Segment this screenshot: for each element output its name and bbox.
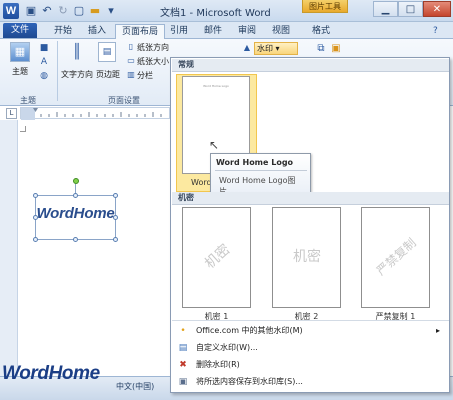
title-bar: W ▣ ↶ ↻ ▢ ▬ ▾ 文档1 - Microsoft Word 图片工具 … (0, 0, 453, 22)
watermark-thumb-confidential-1[interactable]: 机密 (182, 207, 251, 308)
columns-button[interactable]: 分栏 (137, 70, 153, 81)
menu-item-label: Office.com 中的其他水印(M) (196, 326, 303, 335)
menu-item-label: 将所选内容保存到水印库(S)... (196, 377, 303, 386)
chevron-right-icon: ▸ (436, 326, 441, 335)
margins-button[interactable]: 页边距 (96, 69, 120, 80)
watermark-icon[interactable]: ▲ (242, 43, 252, 53)
status-language[interactable]: 中文(中国) (116, 381, 154, 392)
section-general-header: 常规 (172, 59, 449, 72)
group-divider (57, 41, 58, 101)
resize-handle[interactable] (113, 215, 118, 220)
resize-handle[interactable] (33, 193, 38, 198)
bring-forward-icon[interactable]: ⧉ (315, 43, 327, 57)
menu-item-label: 删除水印(R) (196, 360, 240, 369)
tooltip-divider (215, 170, 307, 171)
tab-view[interactable]: 视图 (266, 24, 296, 39)
watermark-gallery: 常规 Word Home Logo ↖ Word H Word Home Log… (170, 57, 450, 393)
thumb-watermark-text: 严禁复制 (373, 235, 419, 279)
tab-insert[interactable]: 插入 (82, 24, 112, 39)
tab-references[interactable]: 引用 (164, 24, 194, 39)
bullet-icon: • (180, 326, 186, 336)
menu-separator (172, 320, 449, 321)
tab-home[interactable]: 开始 (48, 24, 78, 39)
word-app-icon[interactable]: W (3, 3, 19, 19)
page-corner-mark (20, 126, 26, 132)
wordhome-brand-overlay: WordHome (2, 363, 100, 384)
horizontal-ruler[interactable] (20, 107, 170, 120)
thumb-title-text: Word Home Logo (203, 84, 229, 88)
theme-colors-icon[interactable]: ■ (38, 43, 50, 53)
thumb-watermark-text: 机密 (293, 249, 321, 265)
themes-icon[interactable]: ▦ (10, 42, 30, 62)
section-confidential-header: 机密 (172, 192, 449, 205)
chevron-down-icon: ▾ (275, 44, 280, 53)
tab-file[interactable]: 文件 (3, 23, 37, 38)
page-setup-group-label: 页面设置 (108, 96, 140, 105)
paper-size-icon[interactable]: ▭ (126, 56, 136, 66)
watermark-button[interactable]: 水印 ▾ (254, 42, 298, 55)
theme-fonts-icon[interactable]: A (38, 57, 50, 67)
customize-quick-access-icon[interactable]: ▾ (104, 4, 118, 18)
document-page[interactable] (0, 120, 170, 376)
menu-item-label: 自定义水印(W)... (196, 343, 258, 352)
watermark-thumb-confidential-2[interactable]: 机密 (272, 207, 341, 308)
undo-icon[interactable]: ↶ (40, 4, 54, 18)
new-document-icon[interactable]: ▢ (72, 4, 86, 18)
custom-watermark-menu-item[interactable]: ▤ 自定义水印(W)... (172, 340, 449, 356)
tab-review[interactable]: 审阅 (232, 24, 262, 39)
resize-handle[interactable] (73, 193, 78, 198)
watermark-thumb-do-not-copy-1[interactable]: 严禁复制 (361, 207, 430, 308)
mouse-cursor-icon: ↖ (209, 138, 220, 152)
custom-watermark-icon: ▤ (178, 343, 188, 353)
resize-handle[interactable] (113, 193, 118, 198)
picture-tools-context-label: 图片工具 (302, 0, 348, 13)
orientation-button[interactable]: 纸张方向 (137, 42, 169, 53)
resize-handle[interactable] (33, 237, 38, 242)
thumb-watermark-text: 机密 (201, 241, 234, 273)
delete-watermark-icon: ✖ (179, 360, 187, 370)
text-direction-icon[interactable]: ║ (68, 42, 86, 62)
remove-watermark-menu-item[interactable]: ✖ 删除水印(R) (172, 357, 449, 373)
rotate-handle[interactable] (73, 178, 79, 184)
save-selection-to-gallery-menu-item[interactable]: ▣ 将所选内容保存到水印库(S)... (172, 374, 449, 390)
resize-handle[interactable] (73, 237, 78, 242)
watermark-label: 水印 (257, 44, 273, 53)
tab-selector[interactable]: L (6, 108, 17, 119)
save-selection-icon: ▣ (178, 377, 188, 387)
ribbon-tabs: 文件 开始 插入 页面布局 引用 邮件 审阅 视图 格式 ? (0, 22, 453, 39)
redo-icon[interactable]: ↻ (56, 4, 70, 18)
margins-icon[interactable]: ▤ (98, 42, 116, 62)
minimize-button[interactable]: ▁ (373, 1, 398, 17)
close-button[interactable]: ✕ (423, 1, 451, 17)
columns-icon[interactable]: ▥ (126, 70, 136, 80)
theme-effects-icon[interactable]: ◍ (38, 71, 50, 81)
maximize-button[interactable]: □ (398, 1, 423, 17)
text-direction-button[interactable]: 文字方向 (61, 69, 93, 80)
wrap-text-icon[interactable]: ▣ (330, 43, 342, 57)
paper-size-button[interactable]: 纸张大小 (137, 56, 169, 67)
resize-handle[interactable] (33, 215, 38, 220)
tooltip-title: Word Home Logo (216, 158, 294, 167)
ruler-ticks (21, 108, 162, 120)
open-folder-icon[interactable]: ▬ (88, 4, 102, 18)
tab-page-layout[interactable]: 页面布局 (115, 24, 166, 39)
tab-format[interactable]: 格式 (306, 24, 336, 39)
resize-handle[interactable] (113, 237, 118, 242)
wordart-text[interactable]: WordHome (35, 205, 116, 222)
save-icon[interactable]: ▣ (24, 4, 38, 18)
more-watermarks-office-com-menu-item[interactable]: • Office.com 中的其他水印(M) ▸ (172, 323, 449, 339)
vertical-ruler[interactable] (0, 120, 18, 376)
themes-group-label: 主题 (20, 96, 36, 105)
tab-mailings[interactable]: 邮件 (198, 24, 228, 39)
help-icon[interactable]: ? (433, 26, 438, 36)
window-title: 文档1 - Microsoft Word (160, 8, 271, 19)
themes-button-label[interactable]: 主题 (12, 66, 28, 77)
orientation-icon[interactable]: ▯ (126, 42, 136, 52)
tooltip-description-line1: Word Home Logo图 (219, 176, 296, 185)
